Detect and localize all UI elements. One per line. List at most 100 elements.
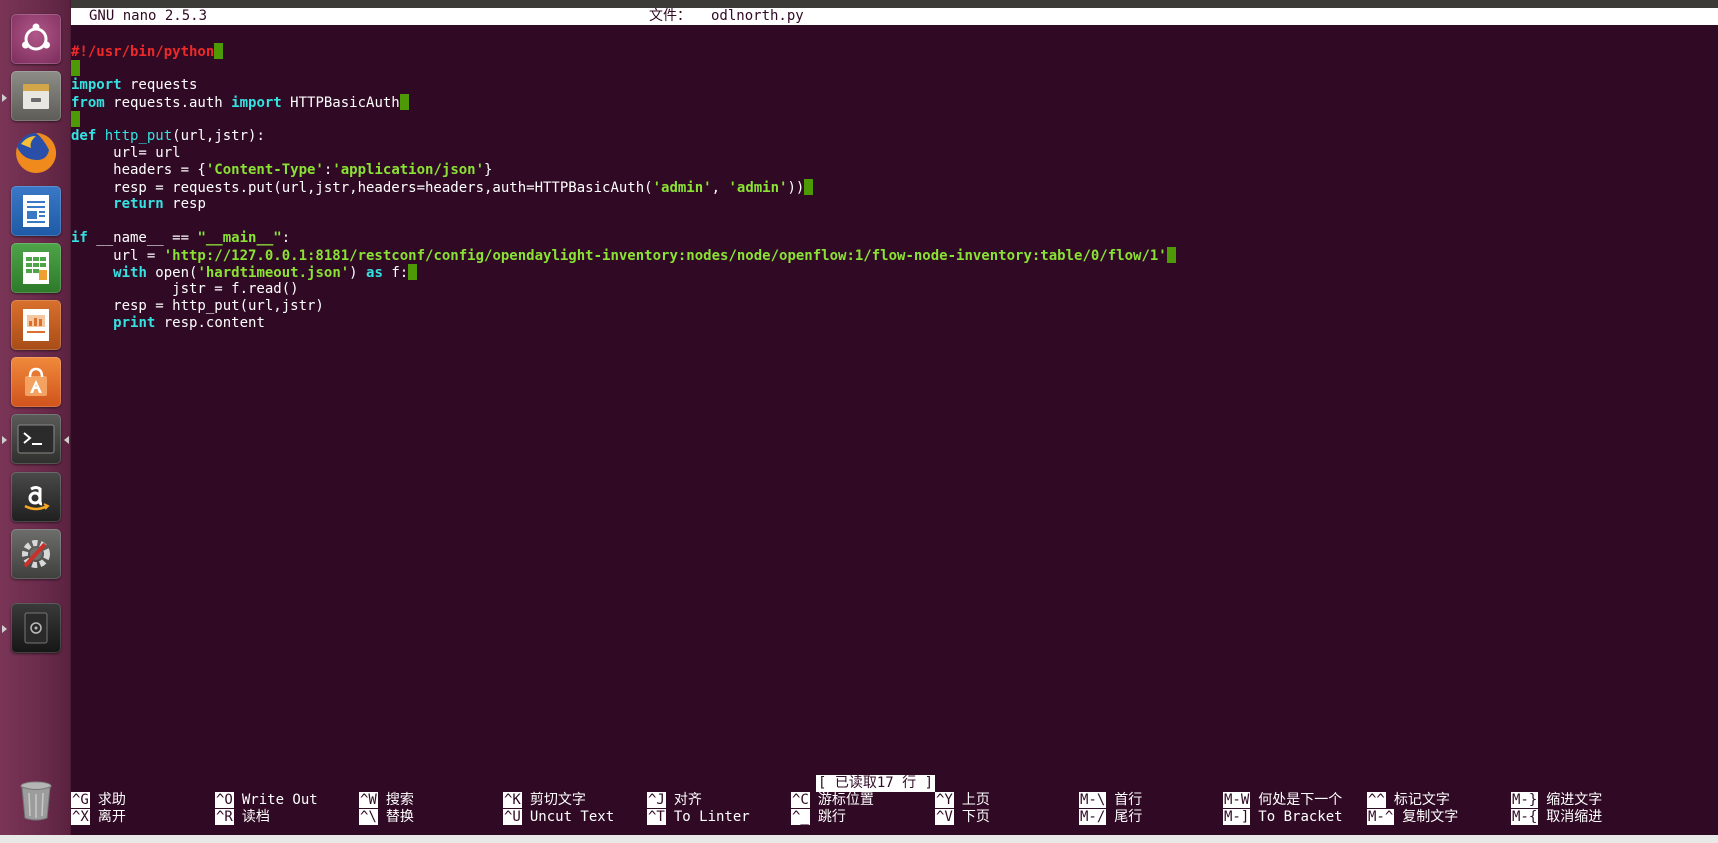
code-text: url= url xyxy=(71,145,181,161)
code-line[interactable]: resp = requests.put(url,jstr,headers=hea… xyxy=(71,179,1718,196)
dash-button[interactable] xyxy=(11,14,61,64)
shortcut-label: 缩进文字 xyxy=(1546,792,1603,808)
ubuntu-logo-icon xyxy=(22,23,50,51)
code-line[interactable]: return resp xyxy=(71,196,1718,213)
shortcut-first-line[interactable]: M-\ 首行 xyxy=(1079,792,1142,809)
file-name: odlnorth.py xyxy=(711,8,804,24)
shortcut-justify[interactable]: ^J 对齐 xyxy=(647,792,702,809)
code-line[interactable]: from requests.auth import HTTPBasicAuth xyxy=(71,94,1718,111)
shortcut-copy-text[interactable]: M-^ 复制文字 xyxy=(1367,809,1458,826)
amazon-icon xyxy=(24,486,50,511)
shortcut-label: To Bracket xyxy=(1258,809,1343,825)
code-line[interactable]: jstr = f.read() xyxy=(71,281,1718,298)
shortcut-search[interactable]: ^W 搜索 xyxy=(359,792,414,809)
libreoffice-writer-launcher[interactable] xyxy=(11,186,61,236)
trash-launcher[interactable] xyxy=(11,775,61,825)
shortcut-help[interactable]: ^G 求助 xyxy=(71,792,126,809)
code-line[interactable]: print resp.content xyxy=(71,315,1718,332)
shortcut-label: Write Out xyxy=(241,792,318,808)
shortcut-prev-page[interactable]: ^Y 上页 xyxy=(935,792,990,809)
shortcut-label: 取消缩进 xyxy=(1546,809,1603,825)
code-line[interactable]: #!/usr/bin/python xyxy=(71,43,1718,60)
system-settings-launcher[interactable] xyxy=(11,529,61,579)
speaker-icon xyxy=(24,612,48,644)
whitespace-marker xyxy=(71,60,80,76)
shortcut-cursor-position[interactable]: ^C 游标位置 xyxy=(791,792,874,809)
shortcut-key: M-/ xyxy=(1079,809,1107,825)
code-line[interactable]: url = 'http://127.0.0.1:8181/restconf/co… xyxy=(71,247,1718,264)
shortcut-key: ^^ xyxy=(1367,792,1386,808)
shortcut-last-line[interactable]: M-/ 尾行 xyxy=(1079,809,1142,826)
code-line[interactable]: with open('hardtimeout.json') as f: xyxy=(71,264,1718,281)
code-line[interactable] xyxy=(71,213,1718,230)
document-icon xyxy=(23,195,49,227)
whitespace-marker xyxy=(408,264,418,280)
active-indicator xyxy=(64,436,69,444)
code-line[interactable] xyxy=(71,60,1718,77)
firefox-launcher[interactable] xyxy=(11,128,61,178)
nano-version: GNU nano 2.5.3 xyxy=(89,8,208,24)
shortcut-indent-text[interactable]: M-} 缩进文字 xyxy=(1511,792,1602,809)
shortcut-write-out[interactable]: ^O Write Out xyxy=(215,792,318,809)
amazon-launcher[interactable] xyxy=(11,472,61,522)
shortcut-uncut-text[interactable]: ^U Uncut Text xyxy=(503,809,614,826)
shortcut-key: M-^ xyxy=(1367,809,1395,825)
nano-title-bar: GNU nano 2.5.3 文件： odlnorth.py xyxy=(71,8,1718,25)
running-indicator xyxy=(2,436,7,444)
code-text: resp.content xyxy=(155,315,265,331)
shortcut-go-to-line[interactable]: ^_ 跳行 xyxy=(791,809,846,826)
terminal-window[interactable]: GNU nano 2.5.3 文件： odlnorth.py #!/usr/bi… xyxy=(71,8,1718,835)
software-center-launcher[interactable] xyxy=(11,357,61,407)
shortcut-replace[interactable]: ^\ 替换 xyxy=(359,809,414,826)
terminal-launcher[interactable] xyxy=(11,414,61,464)
string-literal: "__main__" xyxy=(197,230,282,246)
files-launcher[interactable] xyxy=(11,71,61,121)
shortcut-key: ^\ xyxy=(359,809,378,825)
shortcut-where-is-next[interactable]: M-W 何处是下一个 xyxy=(1223,792,1342,809)
keyword: import xyxy=(71,77,122,93)
code-line[interactable]: import requests xyxy=(71,77,1718,94)
editor-buffer[interactable]: #!/usr/bin/python import requests from r… xyxy=(71,43,1718,332)
code-line[interactable]: def http_put(url,jstr): xyxy=(71,128,1718,145)
libreoffice-calc-launcher[interactable] xyxy=(11,243,61,293)
code-line[interactable]: if __name__ == "__main__": xyxy=(71,230,1718,247)
top-panel xyxy=(0,0,1718,8)
code-text: headers = { xyxy=(71,162,206,178)
shortcut-key: ^C xyxy=(791,792,810,808)
shortcut-next-page[interactable]: ^V 下页 xyxy=(935,809,990,826)
code-line[interactable]: url= url xyxy=(71,145,1718,162)
shebang: #!/usr/bin/python xyxy=(71,44,215,60)
shortcut-key: M-] xyxy=(1223,809,1251,825)
shortcut-read-file[interactable]: ^R 读档 xyxy=(215,809,270,826)
shortcut-unindent-text[interactable]: M-{取消缩进 xyxy=(1511,809,1602,826)
libreoffice-impress-launcher[interactable] xyxy=(11,300,61,350)
trash-icon xyxy=(20,781,52,821)
shortcut-key: M-W xyxy=(1223,792,1251,808)
shortcut-key: ^G xyxy=(71,792,90,808)
shortcut-label: 读档 xyxy=(241,809,270,825)
launcher xyxy=(0,0,71,843)
shortcut-label: 首行 xyxy=(1114,792,1143,808)
shortcut-key: ^Y xyxy=(935,792,954,808)
shortcut-to-linter[interactable]: ^T To Linter xyxy=(647,809,750,826)
shortcut-mark-text[interactable]: ^^ 标记文字 xyxy=(1367,792,1450,809)
spreadsheet-icon xyxy=(23,252,49,284)
code-line[interactable]: resp = http_put(url,jstr) xyxy=(71,298,1718,315)
code-line[interactable] xyxy=(71,111,1718,128)
shortcut-key: ^X xyxy=(71,809,90,825)
code-line[interactable]: headers = {'Content-Type':'application/j… xyxy=(71,162,1718,179)
unknown-app-launcher[interactable] xyxy=(11,603,61,653)
code-text: (url,jstr): xyxy=(172,128,265,144)
code-text: : xyxy=(281,230,291,246)
code-text: )) xyxy=(787,180,805,196)
shortcut-label: 替换 xyxy=(385,809,414,825)
shortcut-label: 跳行 xyxy=(817,809,846,825)
whitespace-marker xyxy=(1166,247,1176,263)
shortcut-key: ^J xyxy=(647,792,666,808)
shortcut-cut-text[interactable]: ^K 剪切文字 xyxy=(503,792,586,809)
string-literal: 'hardtimeout.json' xyxy=(197,265,350,281)
shortcut-exit[interactable]: ^X 离开 xyxy=(71,809,126,826)
shortcut-to-bracket[interactable]: M-] To Bracket xyxy=(1223,809,1343,826)
presentation-icon xyxy=(23,309,49,341)
